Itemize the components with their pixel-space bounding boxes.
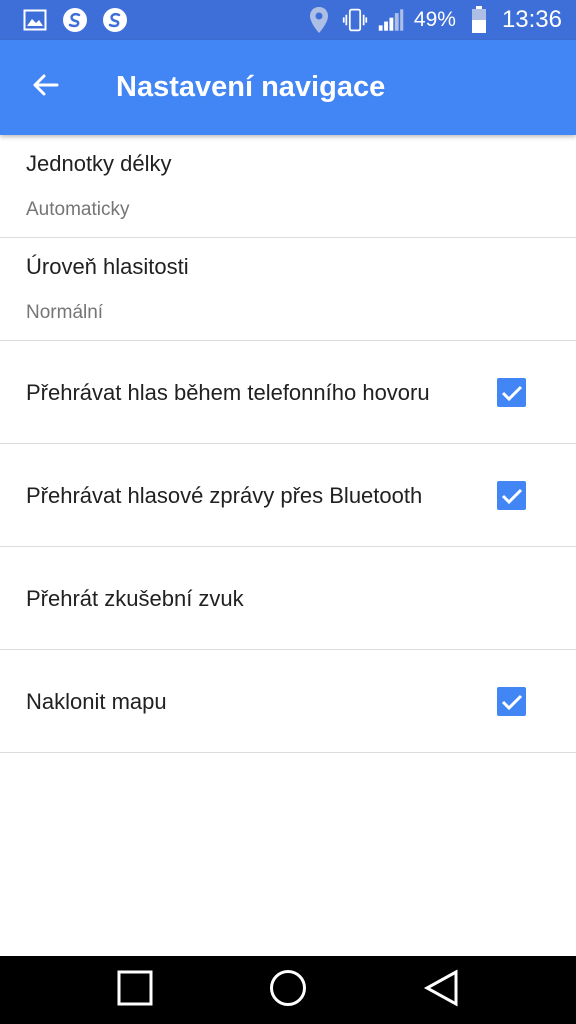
app-bar: Nastavení navigace <box>0 40 576 135</box>
setting-voice-over-bluetooth[interactable]: Přehrávat hlasové zprávy přes Bluetooth <box>0 444 576 547</box>
check-icon <box>501 488 522 504</box>
tilt-map-checkbox[interactable] <box>497 687 526 716</box>
setting-voice-during-call[interactable]: Přehrávat hlas během telefonního hovoru <box>0 341 576 444</box>
setting-play-test-sound[interactable]: Přehrát zkušební zvuk <box>0 547 576 650</box>
system-nav-bar <box>0 956 576 1024</box>
page-title: Nastavení navigace <box>116 71 386 103</box>
location-icon <box>306 7 332 33</box>
status-bar: 49% 13:36 <box>0 0 576 40</box>
setting-value: Automaticky <box>26 199 130 220</box>
setting-title: Přehrávat hlas během telefonního hovoru <box>26 379 430 405</box>
back-icon <box>423 968 459 1012</box>
settings-list: Jednotky délky Automaticky Úroveň hlasit… <box>0 135 576 753</box>
voice-over-bluetooth-checkbox[interactable] <box>497 481 526 510</box>
setting-title: Naklonit mapu <box>26 688 167 714</box>
setting-title: Přehrát zkušební zvuk <box>26 585 244 611</box>
home-icon <box>269 969 307 1012</box>
battery-icon <box>466 6 492 33</box>
vibrate-icon <box>342 7 368 33</box>
image-icon <box>22 7 48 33</box>
back-button[interactable] <box>22 64 68 110</box>
system-back-button[interactable] <box>421 968 461 1012</box>
battery-percent: 49% <box>413 8 456 31</box>
setting-tilt-map[interactable]: Naklonit mapu <box>0 650 576 753</box>
check-icon <box>501 694 522 710</box>
check-icon <box>501 385 522 401</box>
swype-icon <box>102 7 128 33</box>
voice-during-call-checkbox[interactable] <box>497 378 526 407</box>
recents-button[interactable] <box>115 970 155 1010</box>
signal-icon <box>378 7 404 33</box>
setting-length-units[interactable]: Jednotky délky Automaticky <box>0 135 576 238</box>
setting-title: Úroveň hlasitosti <box>26 254 189 279</box>
setting-title: Jednotky délky <box>26 151 172 176</box>
home-button[interactable] <box>268 969 308 1012</box>
arrow-back-icon <box>31 73 59 102</box>
swype-icon <box>62 7 88 33</box>
clock: 13:36 <box>501 6 562 33</box>
setting-title: Přehrávat hlasové zprávy přes Bluetooth <box>26 482 423 508</box>
recents-icon <box>117 970 153 1011</box>
setting-value: Normální <box>26 302 104 323</box>
setting-volume-level[interactable]: Úroveň hlasitosti Normální <box>0 238 576 341</box>
